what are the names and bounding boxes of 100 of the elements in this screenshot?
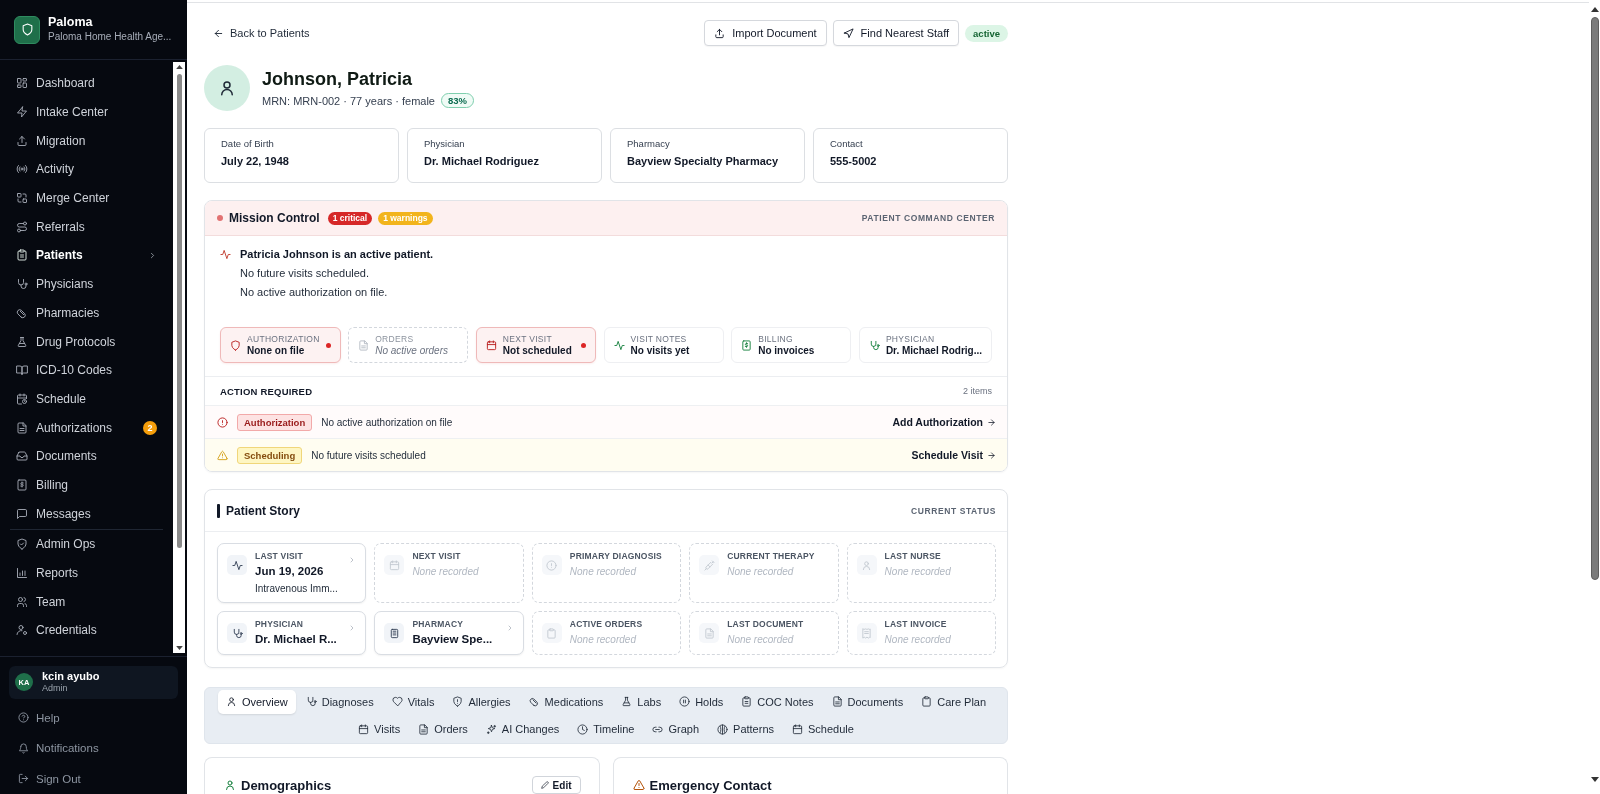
nav-item[interactable]: Schedule: [0, 384, 173, 414]
scrollbar-track[interactable]: [173, 62, 185, 653]
nav-item[interactable]: ICD-10 Codes: [0, 355, 173, 385]
tab[interactable]: Visits: [350, 717, 409, 742]
action-button[interactable]: Find Nearest Staff: [832, 20, 960, 46]
tab[interactable]: AI Changes: [477, 717, 568, 742]
tab[interactable]: Orders: [410, 717, 476, 742]
caret-up-icon[interactable]: [175, 65, 183, 69]
tab[interactable]: Labs: [613, 689, 670, 714]
footer-link[interactable]: Help: [9, 702, 178, 733]
tab[interactable]: Care Plan: [913, 689, 995, 714]
scrollbar-thumb[interactable]: [1590, 17, 1599, 580]
calendar-icon: [485, 339, 497, 351]
alert-count-badge: 1 warnings: [378, 211, 433, 225]
section-label: ACTION REQUIRED: [220, 385, 313, 397]
nav-item[interactable]: Activity: [0, 155, 173, 184]
nav-item[interactable]: Documents: [0, 441, 173, 471]
nav-item[interactable]: Messages: [0, 499, 173, 528]
nav-item[interactable]: Credentials: [0, 616, 173, 645]
user-icon: [224, 779, 236, 791]
summary-note: No future visits scheduled.: [239, 265, 370, 281]
nav-item[interactable]: Team: [0, 587, 173, 617]
user-gear-icon: [16, 624, 28, 637]
broadcast-icon: [16, 163, 28, 176]
scrollbar-thumb[interactable]: [176, 74, 182, 549]
heart-icon: [391, 696, 403, 708]
footer-link[interactable]: Notifications: [9, 733, 178, 764]
nav-item[interactable]: Physicians: [0, 269, 173, 299]
nav-item[interactable]: Billing: [0, 470, 173, 500]
tab[interactable]: Overview: [217, 689, 296, 714]
shield-alert-icon: [452, 696, 464, 708]
nav-item[interactable]: Migration: [0, 126, 173, 156]
tile-value: Not scheduled: [502, 344, 573, 357]
tab[interactable]: Graph: [644, 717, 708, 742]
action-button[interactable]: Import Document: [704, 20, 827, 46]
nav-item[interactable]: Intake Center: [0, 97, 173, 127]
brand-subtitle: Paloma Home Health Age...: [48, 30, 172, 44]
tab[interactable]: Vitals: [383, 689, 443, 714]
sign-out-icon: [18, 773, 29, 785]
tile-label: LAST INVOICE: [884, 619, 948, 630]
nav-item[interactable]: Merge Center: [0, 183, 173, 213]
document-icon: [418, 723, 430, 735]
tile-label: ORDERS: [375, 333, 415, 345]
document-icon: [699, 623, 720, 643]
tile-value: No visits yet: [630, 344, 691, 357]
pill-icon: [528, 696, 540, 708]
tab[interactable]: COC Notes: [733, 689, 822, 714]
tile-label: PRIMARY DIAGNOSIS: [569, 551, 663, 562]
building-icon: [384, 623, 405, 643]
tile-label: LAST DOCUMENT: [727, 619, 805, 630]
calendar-icon: [384, 555, 405, 575]
dollar-icon: [16, 478, 28, 491]
tab[interactable]: Diagnoses: [297, 689, 382, 714]
globe-icon: [717, 723, 729, 735]
tile-value: None recorded: [727, 565, 795, 579]
tab[interactable]: Timeline: [569, 717, 643, 742]
edit-button[interactable]: Edit: [531, 776, 581, 794]
nav-item[interactable]: Authorizations 2: [0, 413, 173, 442]
caret-up-icon[interactable]: [1590, 7, 1599, 12]
tab[interactable]: Holds: [671, 689, 732, 714]
info-label: Contact: [830, 138, 864, 150]
arrow-right-icon: [987, 450, 996, 460]
calendar-icon: [358, 723, 370, 735]
upload-icon: [714, 27, 726, 39]
alert-dot-icon: [325, 342, 331, 348]
stethoscope-icon: [868, 339, 880, 351]
tab[interactable]: Patterns: [709, 717, 782, 742]
nav-item[interactable]: Drug Protocols: [0, 327, 173, 356]
card-caption: CURRENT STATUS: [910, 505, 996, 516]
person-avatar-icon: [204, 65, 250, 111]
nav-item[interactable]: Dashboard: [0, 69, 173, 98]
tile-detail: Intravenous Imm...: [255, 582, 339, 595]
tab[interactable]: Schedule: [784, 717, 862, 742]
info-value: July 22, 1948: [221, 154, 290, 168]
nav-item[interactable]: Patients: [0, 241, 173, 270]
nav-item[interactable]: Reports: [0, 558, 173, 588]
caret-down-icon[interactable]: [1590, 777, 1599, 782]
action-link[interactable]: Schedule Visit: [911, 449, 996, 461]
bell-icon: [18, 742, 29, 754]
caret-down-icon[interactable]: [175, 645, 183, 650]
pulse-icon: [220, 248, 231, 260]
alert-dot-icon: [581, 342, 587, 348]
upload-icon: [16, 134, 28, 147]
user-icon: [856, 555, 877, 575]
nav-item[interactable]: Pharmacies: [0, 298, 173, 328]
tab[interactable]: Allergies: [444, 689, 519, 714]
footer-link[interactable]: Sign Out: [9, 763, 178, 794]
action-text: No active authorization on file: [321, 416, 453, 428]
action-link[interactable]: Add Authorization: [892, 416, 996, 428]
tile-value: None recorded: [569, 565, 638, 579]
summary-note: No active authorization on file.: [239, 284, 389, 300]
nav-item[interactable]: Admin Ops: [0, 530, 173, 559]
dollar-icon: [741, 339, 753, 351]
back-link[interactable]: Back to Patients: [204, 27, 310, 39]
help-icon: [18, 712, 29, 724]
nav-item[interactable]: Referrals: [0, 212, 173, 242]
shield-check-icon: [16, 538, 28, 551]
tab[interactable]: Medications: [520, 689, 612, 714]
tab[interactable]: Documents: [823, 689, 912, 714]
count-badge: 2: [143, 420, 157, 435]
